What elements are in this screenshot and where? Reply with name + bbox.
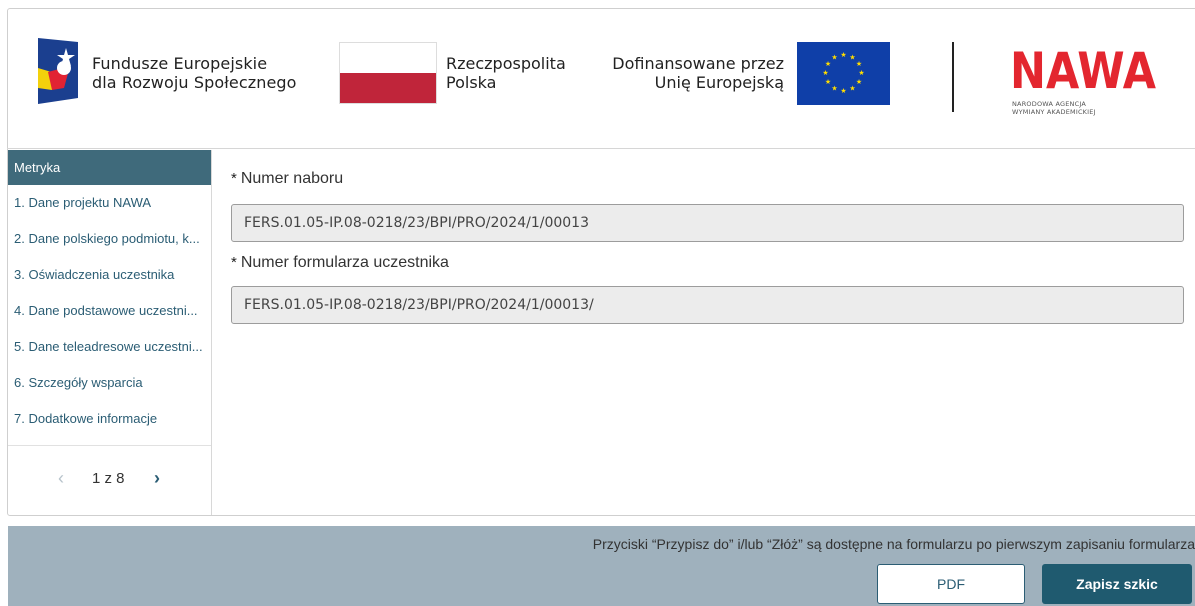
svg-text:★: ★ (849, 54, 855, 62)
logo-divider (952, 42, 954, 112)
sidebar-item-szczegoly-wsparcia[interactable]: 6. Szczegóły wsparcia (8, 365, 206, 401)
svg-text:★: ★ (858, 69, 864, 77)
required-mark: * (231, 254, 237, 271)
sidebar-item-dodatkowe-informacje[interactable]: 7. Dodatkowe informacje (8, 401, 206, 437)
label-text: Numer formularza uczestnika (240, 254, 449, 271)
fe-line-2: dla Rozwoju Społecznego (92, 73, 297, 92)
fe-line-1: Fundusze Europejskie (92, 54, 268, 73)
svg-text:★: ★ (849, 85, 855, 93)
sidebar: Metryka 1. Dane projektu NAWA 2. Dane po… (8, 150, 212, 515)
fe-logo-text: Fundusze Europejskie dla Rozwoju Społecz… (92, 54, 297, 92)
save-draft-button[interactable]: Zapisz szkic (1042, 564, 1192, 604)
dof-line-2: Unię Europejską (654, 73, 784, 92)
nawa-sub-line-2: WYMIANY AKADEMICKIEJ (1012, 107, 1096, 116)
cofinanced-text: Dofinansowane przez Unię Europejską (560, 54, 784, 92)
svg-text:★: ★ (831, 54, 837, 62)
svg-text:★: ★ (822, 69, 828, 77)
label-text: Numer naboru (240, 170, 344, 187)
numer-formularza-field[interactable]: FERS.01.05-IP.08-0218/23/BPI/PRO/2024/1/… (231, 286, 1184, 324)
svg-text:★: ★ (856, 60, 862, 68)
eu-stars-icon: ★ ★ ★ ★ ★ ★ ★ ★ ★ ★ ★ ★ (822, 51, 864, 95)
chevron-left-icon[interactable]: ‹ (58, 468, 64, 489)
svg-text:★: ★ (831, 85, 837, 93)
svg-text:★: ★ (840, 51, 846, 59)
svg-text:★: ★ (825, 78, 831, 86)
sidebar-item-oswiadczenia[interactable]: 3. Oświadczenia uczestnika (8, 257, 206, 293)
rp-line-2: Polska (446, 73, 497, 92)
rp-logo-text: Rzeczpospolita Polska (446, 54, 566, 92)
eu-flag: ★ ★ ★ ★ ★ ★ ★ ★ ★ ★ ★ ★ (797, 42, 890, 105)
svg-text:NAWA: NAWA (1010, 44, 1156, 100)
pager: ‹ 1 z 8 › (8, 445, 211, 516)
rp-line-1: Rzeczpospolita (446, 54, 566, 73)
chevron-right-icon[interactable]: › (154, 468, 160, 489)
field-label-numer-formularza: * Numer formularza uczestnika (231, 254, 449, 272)
required-mark: * (231, 170, 237, 187)
field-label-numer-naboru: * Numer naboru (231, 170, 343, 188)
pdf-button[interactable]: PDF (877, 564, 1025, 604)
nawa-logo: NAWA (1010, 44, 1156, 100)
sidebar-item-dane-projektu[interactable]: 1. Dane projektu NAWA (8, 185, 206, 221)
svg-text:★: ★ (825, 60, 831, 68)
footer-note: Przyciski “Przypisz do” i/lub “Złóż” są … (592, 536, 1195, 552)
svg-text:★: ★ (840, 87, 846, 95)
footer-bar: Przyciski “Przypisz do” i/lub “Złóż” są … (8, 526, 1195, 606)
nawa-subtitle: NARODOWA AGENCJA WYMIANY AKADEMICKIEJ (1012, 100, 1096, 116)
pager-text: 1 z 8 (92, 470, 125, 487)
numer-naboru-field[interactable]: FERS.01.05-IP.08-0218/23/BPI/PRO/2024/1/… (231, 204, 1184, 242)
fundusze-europejskie-logo (38, 38, 78, 104)
sidebar-item-dane-podmiotu[interactable]: 2. Dane polskiego podmiotu, k... (8, 221, 206, 257)
svg-text:★: ★ (856, 78, 862, 86)
sidebar-item-dane-teleadresowe[interactable]: 5. Dane teleadresowe uczestni... (8, 329, 206, 365)
sidebar-item-metryka[interactable]: Metryka (8, 150, 211, 185)
dof-line-1: Dofinansowane przez (612, 54, 784, 73)
sidebar-item-dane-podstawowe[interactable]: 4. Dane podstawowe uczestni... (8, 293, 206, 329)
polish-flag (339, 42, 437, 104)
